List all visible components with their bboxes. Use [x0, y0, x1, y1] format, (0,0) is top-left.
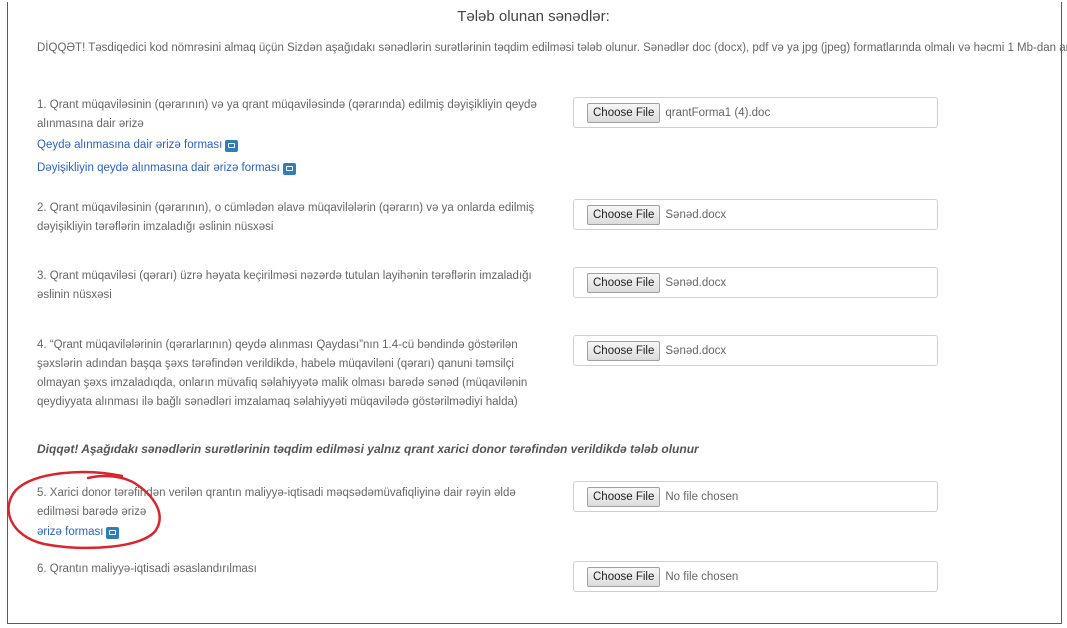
- doc-1-registration-form-link[interactable]: Qeydə alınmasına dair ərizə forması: [37, 136, 239, 155]
- warning-text: DİQQƏT! Təsdiqedici kod nömrəsini almaq …: [37, 42, 1067, 54]
- download-form-icon[interactable]: [225, 139, 239, 152]
- doc-5-file-input[interactable]: Choose File No file chosen: [573, 481, 938, 512]
- file-name: Sənəd.docx: [665, 344, 727, 357]
- doc-6-file-input[interactable]: Choose File No file chosen: [573, 561, 938, 592]
- doc-1-block: 1. Qrant müqaviləsinin (qərarının) və ya…: [37, 96, 557, 178]
- download-form-icon[interactable]: [106, 526, 120, 539]
- doc-4-file-input[interactable]: Choose File Sənəd.docx: [573, 335, 938, 366]
- doc-4-description: 4. “Qrant müqavilələrinin (qərarlarının)…: [37, 339, 528, 408]
- foreign-donor-note: Diqqət! Aşağıdakı sənədlərin surətlərini…: [37, 442, 699, 456]
- file-name: qrantForma1 (4).doc: [665, 106, 771, 119]
- doc-5-application-form-link[interactable]: ərizə forması: [37, 523, 120, 542]
- doc-3-file-input[interactable]: Choose File Sənəd.docx: [573, 267, 938, 298]
- doc-1-change-form-link[interactable]: Dəyişikliyin qeydə alınmasına dair ərizə…: [37, 159, 296, 178]
- doc-2-file-input[interactable]: Choose File Sənəd.docx: [573, 199, 938, 230]
- file-name: Sənəd.docx: [665, 276, 727, 289]
- doc-3-description: 3. Qrant müqaviləsi (qərarı) üzrə həyata…: [37, 270, 532, 301]
- choose-file-button[interactable]: Choose File: [587, 102, 661, 123]
- choose-file-button[interactable]: Choose File: [587, 204, 661, 225]
- doc-2-description: 2. Qrant müqaviləsinin (qərarının), o cü…: [37, 202, 535, 233]
- file-name: No file chosen: [665, 490, 739, 503]
- choose-file-button[interactable]: Choose File: [587, 486, 661, 507]
- link-label: ərizə forması: [37, 526, 104, 538]
- doc-1-description: 1. Qrant müqaviləsinin (qərarının) və ya…: [37, 99, 537, 130]
- choose-file-button[interactable]: Choose File: [587, 340, 661, 361]
- choose-file-button[interactable]: Choose File: [587, 272, 661, 293]
- doc-5-block: 5. Xarici donor tərəfindən verilən qrant…: [37, 484, 557, 542]
- doc-1-file-input[interactable]: Choose File qrantForma1 (4).doc: [573, 97, 938, 128]
- page-title: Tələb olunan sənədlər:: [457, 8, 610, 25]
- file-name: Sənəd.docx: [665, 208, 727, 221]
- file-name: No file chosen: [665, 570, 739, 583]
- doc-6-description: 6. Qrantın maliyyə-iqtisadi əsaslandırıl…: [37, 563, 257, 575]
- link-label: Dəyişikliyin qeydə alınmasına dair ərizə…: [37, 162, 280, 174]
- link-label: Qeydə alınmasına dair ərizə forması: [37, 139, 223, 151]
- download-form-icon[interactable]: [282, 162, 296, 175]
- doc-5-description: 5. Xarici donor tərəfindən verilən qrant…: [37, 487, 516, 518]
- choose-file-button[interactable]: Choose File: [587, 566, 661, 587]
